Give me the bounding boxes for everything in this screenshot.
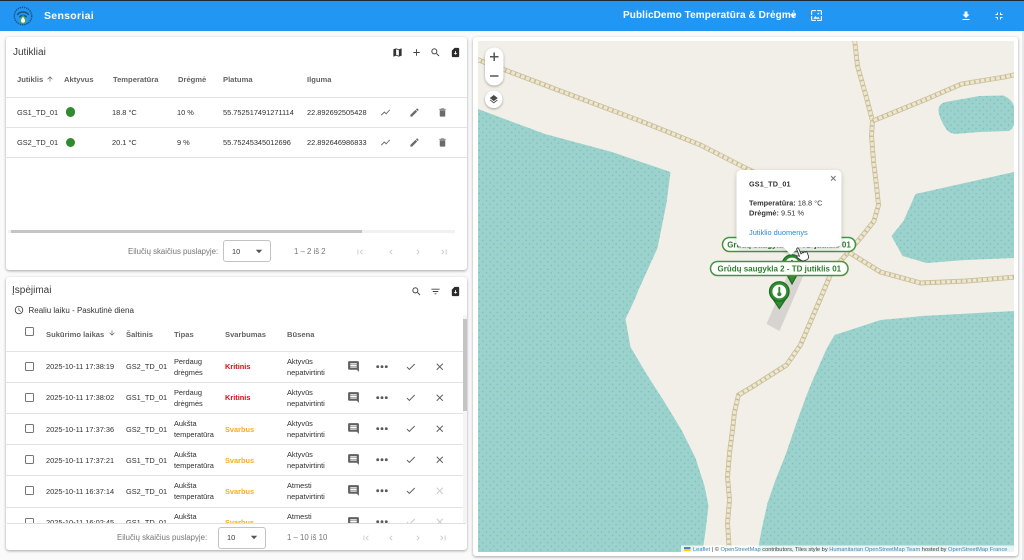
svg-text:Jutiklio duomenys: Jutiklio duomenys	[749, 228, 808, 237]
svg-text:Temperatūra: 18.8 °C: Temperatūra: 18.8 °C	[749, 199, 823, 208]
svg-text:Drėgmė: 9.51 %: Drėgmė: 9.51 %	[749, 209, 804, 218]
svg-text:GS1_TD_01: GS1_TD_01	[749, 180, 791, 189]
svg-text:Grūdų saugykla 2 - TD jutiklis: Grūdų saugykla 2 - TD jutiklis 01	[717, 265, 841, 274]
svg-text:Leaflet | © OpenStreetMap cont: Leaflet | © OpenStreetMap contributors, …	[693, 546, 1007, 552]
